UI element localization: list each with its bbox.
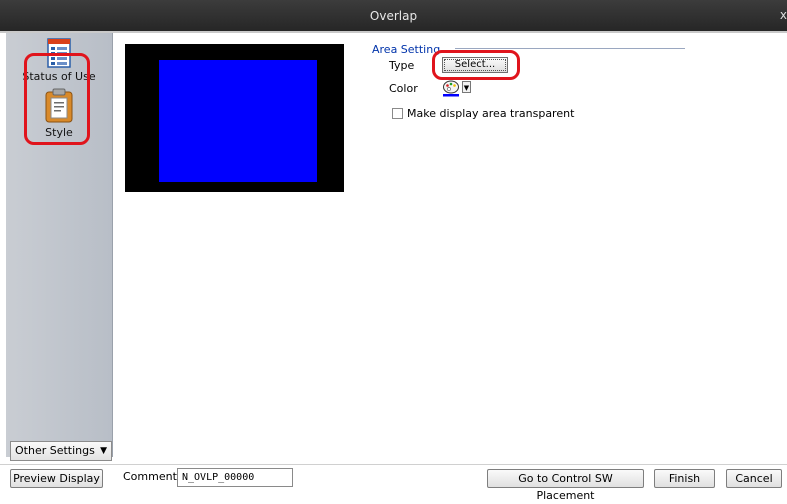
other-settings-label: Other Settings xyxy=(15,444,95,457)
type-label: Type xyxy=(389,59,415,72)
title-bar: Overlap x xyxy=(0,0,787,31)
select-highlight-annotation xyxy=(432,50,520,80)
footer-bar: Preview Display Comment N_OVLP_00000 Go … xyxy=(0,464,787,502)
comment-label: Comment xyxy=(123,470,177,483)
color-picker[interactable]: ▼ xyxy=(442,79,472,97)
transparent-checkbox-label: Make display area transparent xyxy=(407,107,575,120)
preview-area xyxy=(125,44,344,192)
transparent-checkbox[interactable] xyxy=(392,108,403,119)
go-to-control-sw-placement-button[interactable]: Go to Control SW Placement xyxy=(487,469,644,502)
close-icon[interactable]: x xyxy=(780,8,787,22)
style-highlight-annotation xyxy=(24,53,90,145)
preview-display-button[interactable]: Preview Display xyxy=(10,469,103,488)
chevron-down-icon: ▼ xyxy=(100,446,107,456)
title-separator xyxy=(0,31,787,33)
color-dropdown-arrow[interactable]: ▼ xyxy=(462,81,471,93)
other-settings-button[interactable]: Other Settings ▼ xyxy=(10,441,112,461)
overlap-display-area xyxy=(159,60,317,182)
window-title: Overlap xyxy=(369,9,418,23)
group-divider xyxy=(455,48,685,49)
color-label: Color xyxy=(389,82,418,95)
cancel-button[interactable]: Cancel xyxy=(726,469,782,488)
palette-icon xyxy=(443,80,459,97)
area-setting-title: Area Setting xyxy=(372,43,441,56)
comment-input[interactable]: N_OVLP_00000 xyxy=(177,468,293,487)
finish-button[interactable]: Finish xyxy=(654,469,715,488)
